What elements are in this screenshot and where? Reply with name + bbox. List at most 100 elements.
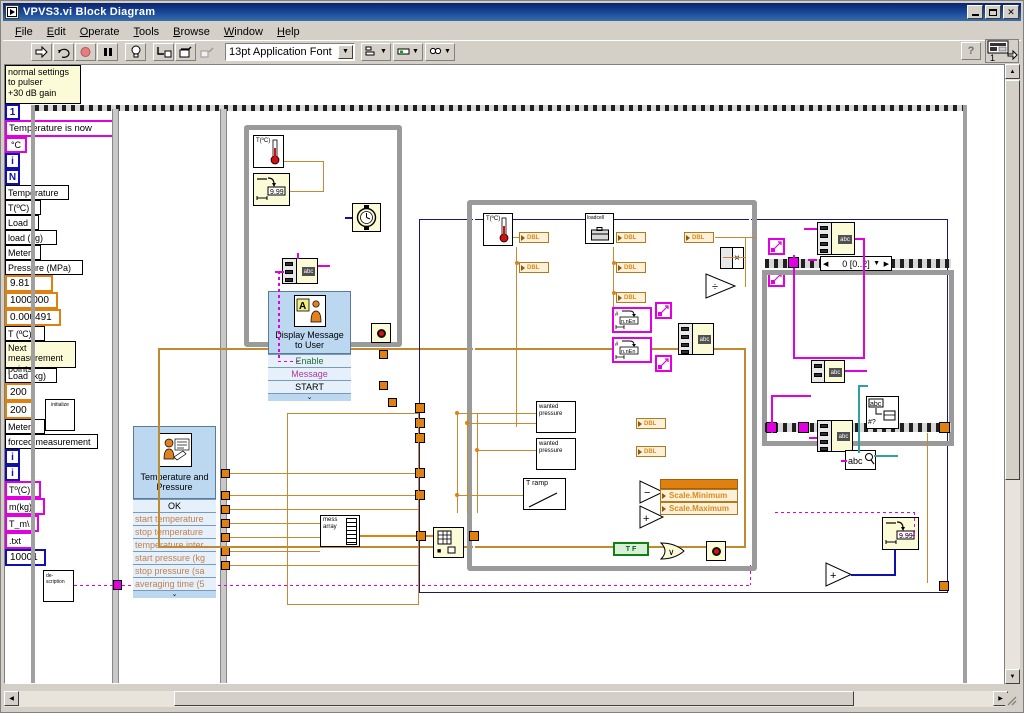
concatenate-strings-4[interactable]: abc: [811, 360, 845, 383]
minimize-button[interactable]: [967, 5, 983, 19]
horizontal-scrollbar[interactable]: ◀ ▶: [4, 691, 1008, 707]
case-selector-left-arrow[interactable]: ◀: [823, 260, 828, 268]
loadcell-subvi[interactable]: loadcell: [585, 213, 614, 244]
case-selector-right-arrow[interactable]: ▶: [884, 260, 889, 268]
menu-help[interactable]: Help: [270, 25, 307, 39]
inner-sub-frame: [287, 413, 419, 605]
display-message-to-user-express-vi[interactable]: A Display Message to User: [268, 291, 351, 354]
add-node-2[interactable]: +: [825, 562, 853, 587]
search-array-node-1[interactable]: # n.nEn: [612, 307, 652, 333]
format-node-pink-1[interactable]: [655, 302, 672, 319]
run-continuously-button[interactable]: [53, 42, 74, 61]
stop-button-icon-2[interactable]: [706, 541, 726, 561]
menu-edit[interactable]: Edit: [40, 25, 73, 39]
menu-window[interactable]: Window: [217, 25, 270, 39]
wire-blue-bottom-2: [851, 574, 896, 576]
maximize-button[interactable]: [985, 5, 1001, 19]
load-kg-next-terminal[interactable]: DBL: [636, 446, 666, 457]
number-to-string-vi[interactable]: 9.99: [253, 173, 290, 206]
message-structure-iteration-terminal[interactable]: i: [5, 153, 20, 169]
t-degc-pink-icon[interactable]: [768, 238, 785, 255]
concatenate-strings-1[interactable]: abc: [282, 258, 318, 284]
scroll-down-button[interactable]: ▼: [1005, 669, 1020, 684]
load-indicator-terminal[interactable]: DBL: [616, 232, 646, 243]
reorder-button[interactable]: ▼: [425, 42, 455, 61]
concatenate-strings-3[interactable]: abc: [817, 222, 855, 255]
menu-operate[interactable]: Operate: [73, 25, 127, 39]
initialize-subvi[interactable]: initialize: [45, 399, 75, 431]
scroll-left-button[interactable]: ◀: [4, 691, 19, 706]
menu-browse[interactable]: Browse: [166, 25, 217, 39]
t-ramp-subvi[interactable]: T ramp: [523, 478, 566, 510]
vi-icon-pane[interactable]: 1: [985, 39, 1019, 63]
dm-row-start[interactable]: START: [268, 380, 351, 393]
iteration-constant-1[interactable]: 1: [5, 104, 20, 120]
concat-pin-2d: [681, 350, 689, 354]
temperature-indicator-terminal[interactable]: DBL: [519, 232, 549, 243]
case-selector-control[interactable]: ◀ 0 [0..2] ▼ ▶: [820, 256, 892, 271]
tp-row-stop-pressure[interactable]: stop pressure (sa: [133, 564, 216, 577]
svg-text:#: #: [615, 312, 619, 318]
thermometer-indicator-2[interactable]: T(ºC): [483, 213, 513, 246]
meter-scale-minimum-row[interactable]: Scale.Minimum: [660, 489, 738, 502]
step-into-button[interactable]: [153, 42, 174, 61]
resize-grip[interactable]: [1005, 693, 1019, 707]
load-kg-indicator-terminal[interactable]: DBL: [616, 262, 646, 273]
stop-button-icon-1[interactable]: [371, 323, 391, 343]
pulser-settings-comment[interactable]: normal settings to pulser +30 dB gain: [5, 65, 81, 104]
menu-mnemonic: H: [277, 25, 285, 38]
scroll-up-button[interactable]: ▲: [1005, 64, 1020, 79]
divide-node[interactable]: ÷: [705, 273, 737, 299]
menu-file[interactable]: File: [8, 25, 40, 39]
run-button[interactable]: [31, 42, 52, 61]
meter-indicator-terminal[interactable]: DBL: [616, 292, 646, 303]
abort-execution-button[interactable]: [75, 42, 96, 61]
close-button[interactable]: ✕: [1003, 5, 1019, 19]
wanted-pressure-subvi-1[interactable]: wanted pressure: [536, 401, 576, 433]
tunnel-msg-1: [379, 350, 388, 359]
vertical-scrollbar[interactable]: ▲ ▼: [1004, 64, 1020, 684]
write-file-vi[interactable]: abc #?: [866, 396, 899, 429]
tp-row-expand[interactable]: ⌄: [133, 590, 216, 598]
align-objects-button[interactable]: ▼: [361, 42, 391, 61]
block-diagram-canvas[interactable]: normal settings to pulser +30 dB gain in…: [4, 64, 1008, 684]
concatenate-strings-2[interactable]: abc: [678, 323, 714, 355]
menu-tools[interactable]: Tools: [126, 25, 166, 39]
search-array-node-2[interactable]: # n.nEn: [612, 337, 652, 363]
pause-button[interactable]: [97, 42, 118, 61]
index-array-node[interactable]: ■: [433, 527, 464, 558]
t-degc-indicator-terminal[interactable]: DBL: [519, 262, 549, 273]
wait-timer-vi[interactable]: [352, 203, 381, 232]
tunnel-tp-6: [221, 547, 230, 556]
description-subvi[interactable]: de- scription: [43, 570, 74, 602]
concatenate-strings-5[interactable]: abc: [817, 420, 853, 452]
search-replace-string-vi[interactable]: abc: [845, 450, 876, 470]
degree-c-string-constant[interactable]: °C: [5, 137, 27, 153]
vertical-scroll-thumb[interactable]: [1005, 80, 1020, 480]
multiply-node[interactable]: ×: [720, 247, 744, 269]
for-loop-iteration-terminal[interactable]: i: [5, 465, 20, 481]
distribute-objects-button[interactable]: ▼: [393, 42, 423, 61]
thermometer-indicator-1[interactable]: T(ºC): [253, 135, 284, 168]
step-out-button[interactable]: [197, 42, 218, 61]
measurement-loop-iteration-terminal[interactable]: i: [5, 449, 20, 465]
for-loop-count-terminal[interactable]: N: [5, 169, 20, 185]
step-over-button[interactable]: [175, 42, 196, 61]
highlight-execution-button[interactable]: [125, 42, 146, 61]
dm-row-message[interactable]: Message: [268, 367, 351, 380]
format-node-pink-2[interactable]: [655, 355, 672, 372]
or-node[interactable]: ∨: [660, 542, 686, 560]
chevron-down-icon[interactable]: ▼: [338, 44, 353, 59]
forced-measurement-terminal[interactable]: T F: [613, 542, 649, 556]
meter-scale-maximum-row[interactable]: Scale.Maximum: [660, 502, 738, 515]
t-degc-next-terminal[interactable]: DBL: [636, 418, 666, 429]
font-selector[interactable]: 13pt Application Font ▼: [225, 42, 355, 61]
case-selector-drop[interactable]: ▼: [873, 260, 880, 267]
tp-row-averaging-time[interactable]: averaging time (5: [133, 577, 216, 590]
wanted-pressure-subvi-2[interactable]: wanted pressure: [536, 438, 576, 470]
pressure-mpa-indicator-terminal[interactable]: DBL: [684, 232, 714, 243]
context-help-button[interactable]: ?: [961, 42, 981, 60]
horizontal-scroll-thumb[interactable]: [174, 691, 854, 706]
tp-row-start-pressure[interactable]: start pressure (kg: [133, 551, 216, 564]
dm-row-expand[interactable]: ⌄: [268, 393, 351, 401]
